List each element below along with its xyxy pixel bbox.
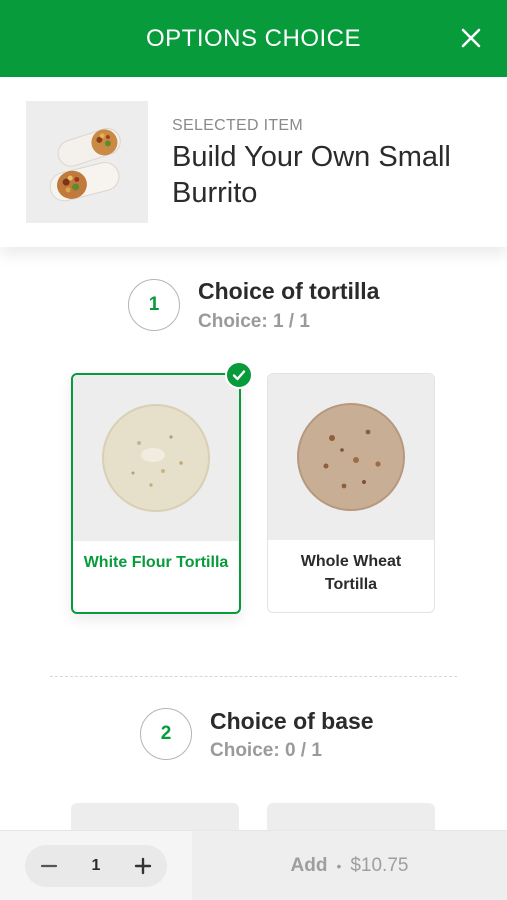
check-icon [232,370,246,381]
add-button-separator: • [336,858,342,874]
modal-header: OPTIONS CHOICE [0,0,507,77]
page-title: OPTIONS CHOICE [145,24,362,52]
section-choice-count-base: Choice: 0 / 1 [210,740,322,761]
option-label: Whole Wheat Tortilla [300,553,402,593]
footer-bar: 1 Add • $10.75 [0,830,507,900]
whole-wheat-tortilla-image [268,374,434,540]
plus-icon [134,857,152,875]
close-button[interactable] [457,24,485,52]
step-number-2: 2 [140,708,192,760]
quantity-value: 1 [91,857,101,874]
section-title-tortilla: Choice of tortilla [198,278,380,304]
section-divider [50,676,457,677]
section-title-base: Choice of base [210,708,374,734]
selected-item-name: Build Your Own Small Burrito [172,141,451,209]
options-list[interactable]: 1 Choice of tortilla Choice: 1 / 1 White… [0,247,507,830]
minus-icon [40,864,58,868]
increase-quantity-button[interactable] [131,854,155,878]
decrease-quantity-button[interactable] [37,854,61,878]
step-number-1: 1 [128,279,180,331]
add-button-price: $10.75 [350,855,409,876]
section-choice-count-tortilla: Choice: 1 / 1 [198,311,310,332]
white-flour-tortilla-image [73,375,239,541]
option-whole-wheat-tortilla[interactable]: Whole Wheat Tortilla [267,373,435,613]
add-to-order-button[interactable]: Add • $10.75 [192,831,507,900]
option-label: White Flour Tortilla [83,554,229,571]
base-option-card[interactable] [267,803,435,830]
add-button-label: Add [290,855,328,876]
selected-item-label: SELECTED ITEM [172,117,304,134]
base-option-card[interactable] [71,803,239,830]
selected-item-card: SELECTED ITEM Build Your Own Small Burri… [0,77,507,247]
option-white-flour-tortilla[interactable]: White Flour Tortilla [71,361,253,614]
quantity-stepper: 1 [25,845,167,887]
close-icon [461,28,481,48]
selected-check-badge [225,361,253,389]
burrito-image [26,101,148,223]
